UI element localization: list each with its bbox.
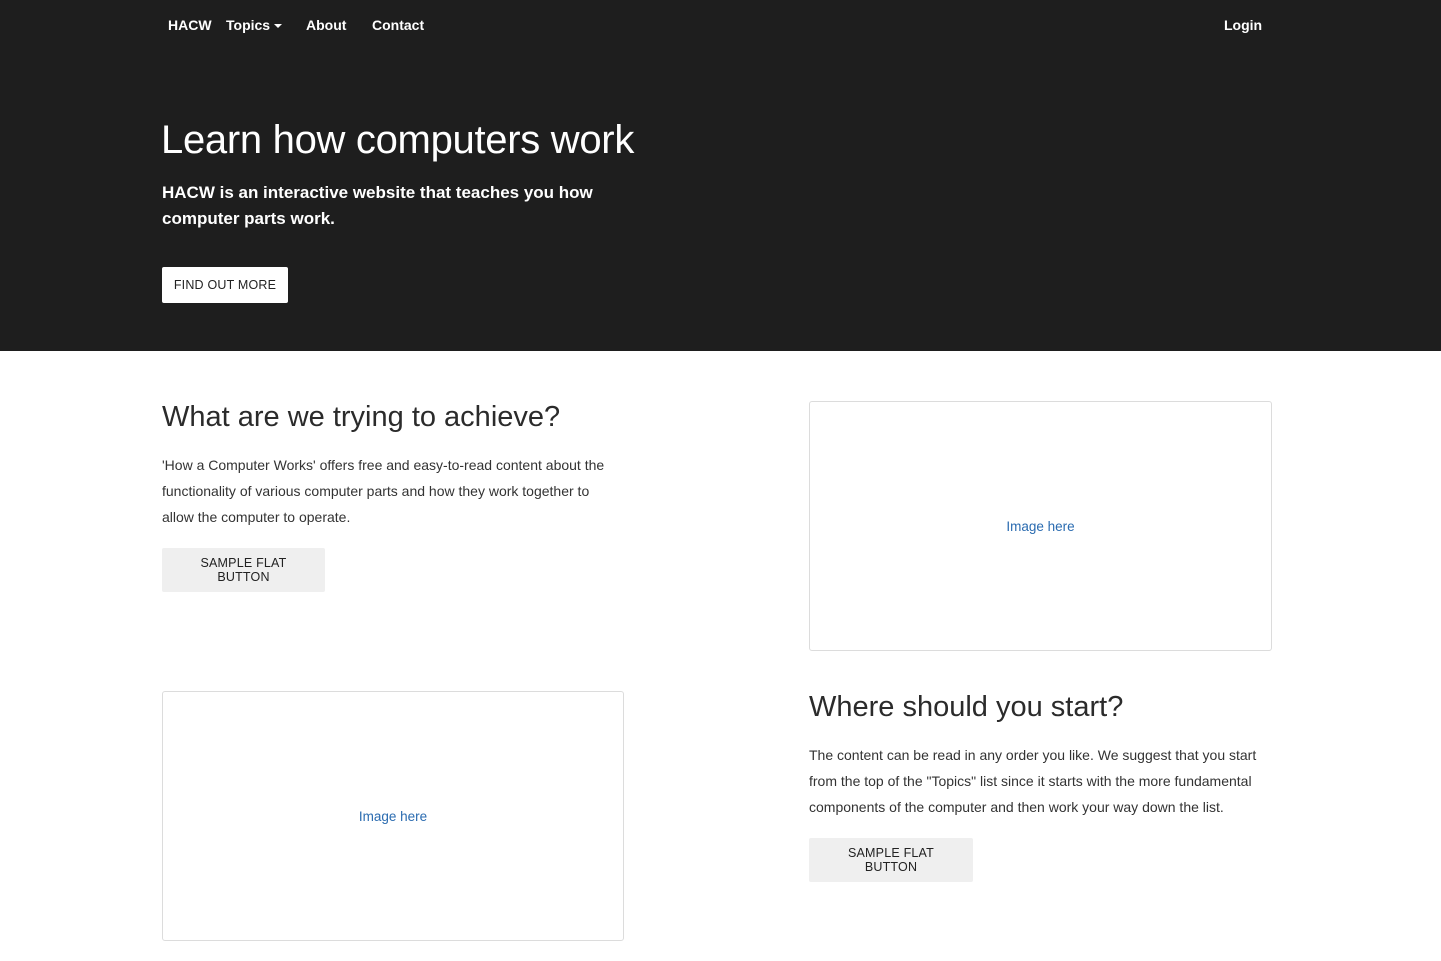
find-out-more-button[interactable]: FIND OUT MORE xyxy=(162,267,288,303)
image-placeholder-label: Image here xyxy=(358,808,428,824)
contact-link[interactable]: Contact xyxy=(372,17,424,33)
image-placeholder: Image here xyxy=(162,691,624,941)
section-text: The content can be read in any order you… xyxy=(809,747,1257,815)
section-title: What are we trying to achieve? xyxy=(162,401,561,433)
hero-subtitle: HACW is an interactive website that teac… xyxy=(162,183,593,228)
topics-dropdown[interactable]: Topics xyxy=(226,17,283,33)
about-link[interactable]: About xyxy=(306,17,346,33)
caret-down-icon xyxy=(274,24,283,29)
hero-banner: HACW Topics About Contact Login Learn ho… xyxy=(0,0,1441,351)
image-placeholder-label: Image here xyxy=(1006,518,1075,534)
sample-flat-button[interactable]: SAMPLE FLAT BUTTON xyxy=(809,838,973,882)
login-link[interactable]: Login xyxy=(1224,17,1262,33)
sample-flat-button[interactable]: SAMPLE FLAT BUTTON xyxy=(162,548,325,592)
topics-label: Topics xyxy=(226,17,271,33)
image-placeholder: Image here xyxy=(809,401,1272,651)
top-navbar: HACW Topics About Contact Login xyxy=(0,0,1441,50)
hero-title: Learn how computers work xyxy=(161,118,635,162)
section-title: Where should you start? xyxy=(809,691,1124,723)
brand-link[interactable]: HACW xyxy=(168,17,212,33)
section-text: 'How a Computer Works' offers free and e… xyxy=(162,457,605,525)
